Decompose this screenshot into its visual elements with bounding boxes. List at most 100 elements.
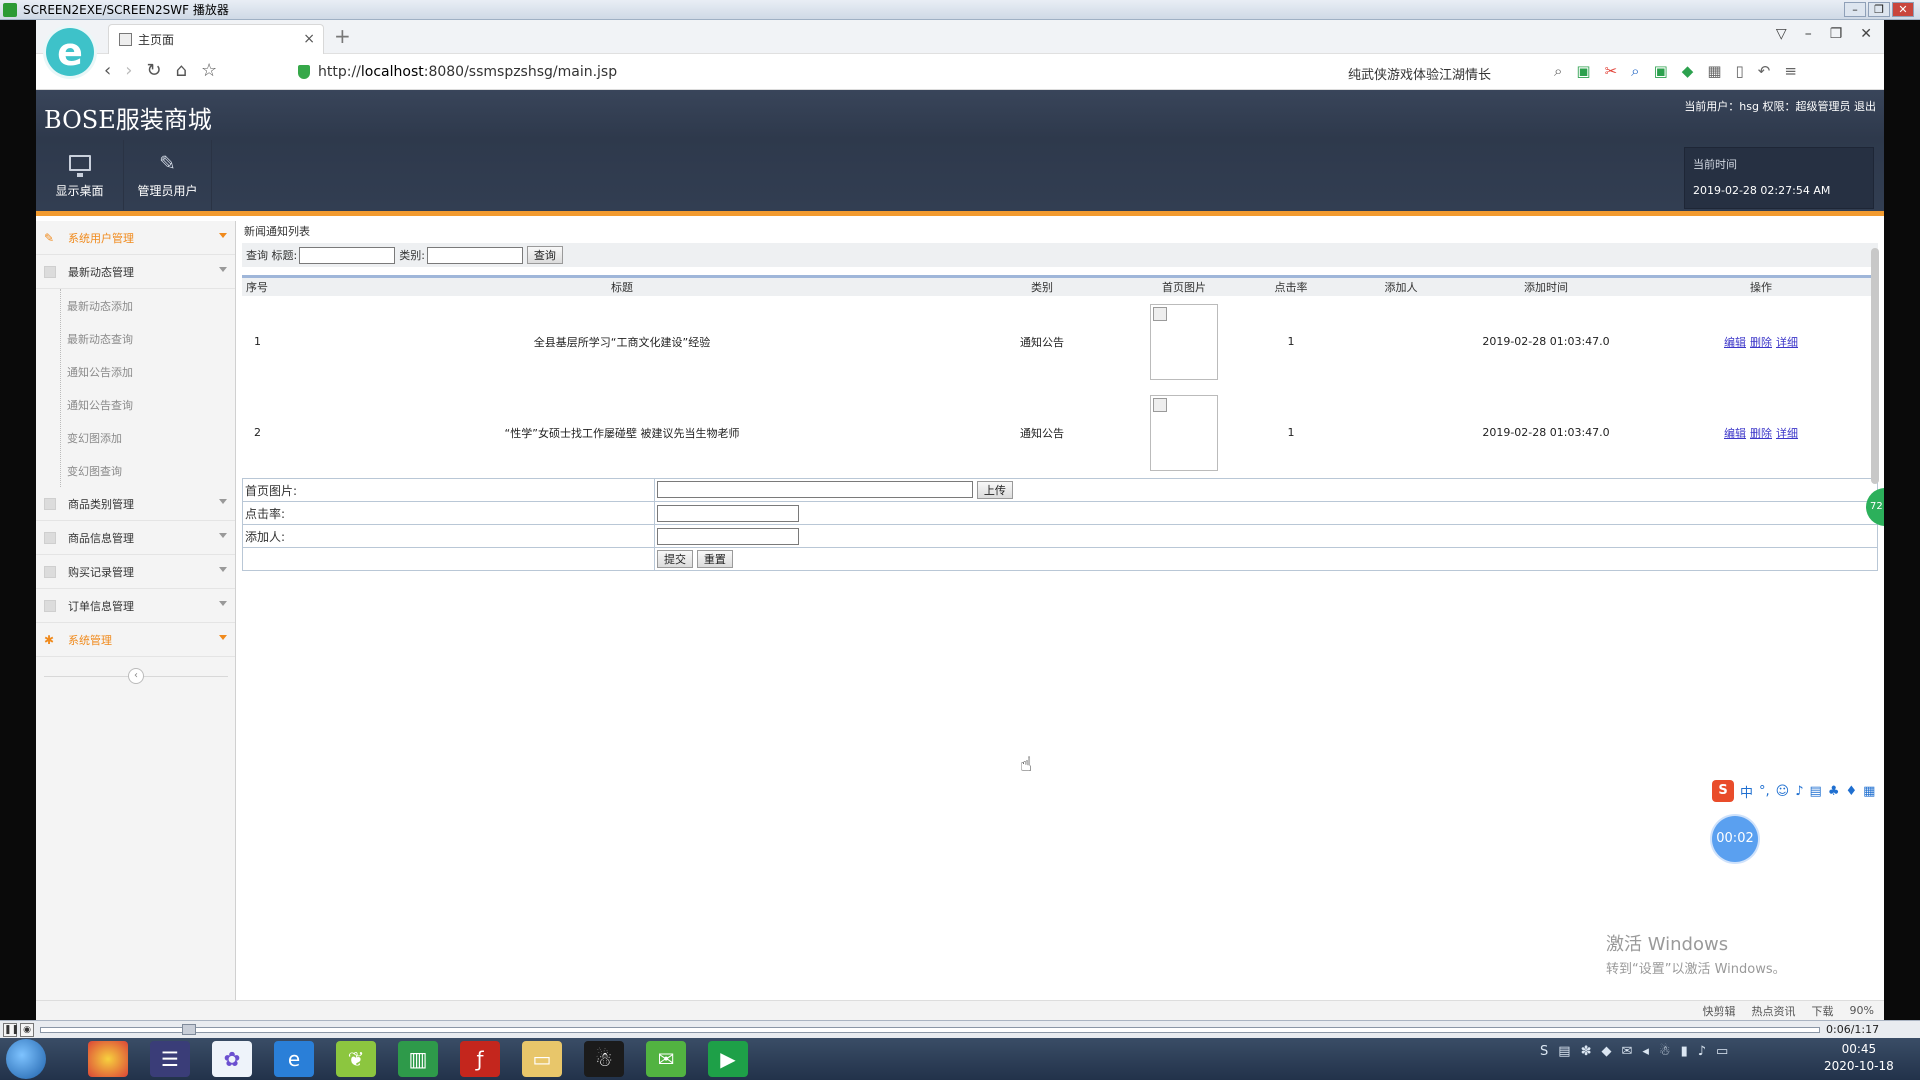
refresh-icon[interactable]: ↻ [146,60,161,81]
edit-link[interactable]: 编辑 [1724,336,1746,349]
leaf-app-icon[interactable]: ❦ [336,1041,376,1077]
status-quick-edit[interactable]: 快剪辑 [1703,1003,1736,1019]
url-field[interactable]: http://localhost:8080/ssmspzshsg/main.js… [298,60,1278,84]
emoji-icon[interactable]: ☺ [1776,784,1790,799]
reset-button[interactable]: 重置 [696,550,733,568]
reader-icon[interactable]: ▯ [1736,62,1744,80]
sidebar-group-orders[interactable]: 订单信息管理 [36,589,235,623]
minimize-icon[interactable]: – [1805,26,1812,42]
progress-track[interactable] [40,1027,1820,1033]
shield-icon[interactable]: ◆ [1601,1044,1611,1059]
app-tray-icon[interactable]: ✽ [1581,1044,1592,1059]
browser-logo-icon[interactable]: e [46,28,94,76]
ime-lang[interactable]: 中 [1740,782,1753,801]
edit-link[interactable]: 编辑 [1724,427,1746,440]
sidebar-item-notice-add[interactable]: 通知公告添加 [61,355,235,388]
home-icon[interactable]: ⌂ [176,60,187,81]
arrow-tray-icon[interactable]: ◂ [1642,1044,1649,1059]
query-button[interactable]: 查询 [526,246,563,264]
action-center-icon[interactable]: ▭ [1716,1044,1728,1059]
tab-close-icon[interactable]: × [303,31,315,47]
undo-icon[interactable]: ↶ [1758,62,1771,80]
nav-show-desktop[interactable]: 显示桌面 [36,140,124,210]
category-search-input[interactable] [426,246,523,264]
screenshot-scissors-icon[interactable]: ✂ [1605,62,1618,80]
restore-icon[interactable]: ❐ [1830,26,1843,42]
status-download[interactable]: 下载 [1812,1003,1834,1019]
pause-icon[interactable]: ❚❚ [3,1022,19,1037]
submit-button[interactable]: 提交 [657,550,693,568]
title-search-input[interactable] [299,246,396,264]
forward-icon[interactable]: › [125,60,132,81]
grid-icon[interactable]: ▦ [1863,784,1875,799]
punctuation-icon[interactable]: °, [1759,784,1770,799]
minimize-icon[interactable]: – [1844,2,1866,17]
qq-tray-icon[interactable]: ☃ [1659,1044,1671,1059]
close-icon[interactable]: ✕ [1892,2,1914,17]
browser-e-icon[interactable]: e [274,1041,314,1077]
stop-icon[interactable]: ◉ [20,1022,34,1037]
flash-icon[interactable]: ƒ [460,1041,500,1077]
search-suggestion[interactable]: 纯武侠游戏体验江湖情长 [1348,64,1491,83]
sogou-tray-icon[interactable]: S [1540,1044,1548,1059]
close-icon[interactable]: ✕ [1860,26,1872,42]
nav-admin-user[interactable]: ✎ 管理员用户 [124,140,212,210]
chrome-icon[interactable] [88,1041,128,1077]
pinwheel-app-icon[interactable]: ✿ [212,1041,252,1077]
security-icon[interactable]: ◆ [1682,62,1694,80]
skin-icon[interactable]: ♣ [1828,784,1840,799]
find-icon[interactable]: ⌕ [1631,62,1639,80]
delete-link[interactable]: 删除 [1750,427,1772,440]
search-icon[interactable]: ⌕ [1554,62,1562,80]
recording-timer[interactable]: 00:02 [1712,816,1758,862]
adder-input[interactable] [657,527,799,545]
taskbar-clock[interactable]: 00:45 2020-10-18 [1824,1041,1894,1075]
sidebar-group-system-users[interactable]: ✎ 系统用户管理 [36,221,235,255]
sidebar-group-category[interactable]: 商品类别管理 [36,487,235,521]
star-icon[interactable]: ☆ [201,60,217,81]
menu-icon[interactable]: ≡ [1784,62,1797,80]
shirt-icon[interactable]: ♦ [1845,784,1857,799]
image-path-input[interactable] [657,481,973,498]
upload-button[interactable]: 上传 [976,481,1013,499]
screen-recorder-icon[interactable]: ▶ [708,1041,748,1077]
sidebar-item-news-query[interactable]: 最新动态查询 [61,322,235,355]
clicks-input[interactable] [657,504,799,522]
apps-grid-icon[interactable]: ▦ [1707,62,1721,80]
detail-link[interactable]: 详细 [1776,427,1798,440]
folder-icon[interactable]: ▭ [522,1041,562,1077]
sidebar-item-notice-query[interactable]: 通知公告查询 [61,388,235,421]
status-hot-news[interactable]: 热点资讯 [1752,1003,1796,1019]
scrollbar[interactable] [1871,248,1879,484]
battery-icon[interactable]: ▮ [1681,1044,1688,1059]
chart-app-icon[interactable]: ▥ [398,1041,438,1077]
restore-icon[interactable]: ❐ [1868,2,1890,17]
status-zoom[interactable]: 90% [1850,1004,1874,1017]
back-icon[interactable]: ‹ [104,60,111,81]
detail-link[interactable]: 详细 [1776,336,1798,349]
game-icon[interactable]: ▣ [1654,62,1668,80]
new-tab-icon[interactable]: + [334,24,351,48]
translate-icon[interactable]: ▣ [1576,62,1590,80]
user-info[interactable]: 当前用户：hsg 权限：超级管理员 退出 [1684,98,1876,114]
sidebar-group-system[interactable]: ✱ 系统管理 [36,623,235,657]
keyboard-icon[interactable]: ▤ [1810,784,1822,799]
volume-icon[interactable]: ♪ [1698,1044,1706,1059]
sidebar-group-purchase[interactable]: 购买记录管理 [36,555,235,589]
sidebar-item-carousel-add[interactable]: 变幻图添加 [61,421,235,454]
sogou-ime-icon[interactable]: S [1712,780,1734,802]
progress-knob[interactable] [182,1024,196,1035]
wechat-icon[interactable]: ✉ [646,1041,686,1077]
collapse-left-icon[interactable]: ‹ [128,668,144,684]
sidebar-item-news-add[interactable]: 最新动态添加 [61,289,235,322]
sidebar-group-news[interactable]: 最新动态管理 [36,255,235,289]
tab-main-page[interactable]: 主页面 × [108,24,324,54]
wechat-tray-icon[interactable]: ✉ [1621,1044,1632,1059]
skin-icon[interactable]: ▽ [1776,26,1787,42]
microphone-icon[interactable]: ♪ [1795,784,1803,799]
delete-link[interactable]: 删除 [1750,336,1772,349]
sidebar-group-goods[interactable]: 商品信息管理 [36,521,235,555]
eclipse-icon[interactable]: ☰ [150,1041,190,1077]
windows-start-icon[interactable] [6,1039,46,1079]
qq-icon[interactable]: ☃ [584,1041,624,1077]
